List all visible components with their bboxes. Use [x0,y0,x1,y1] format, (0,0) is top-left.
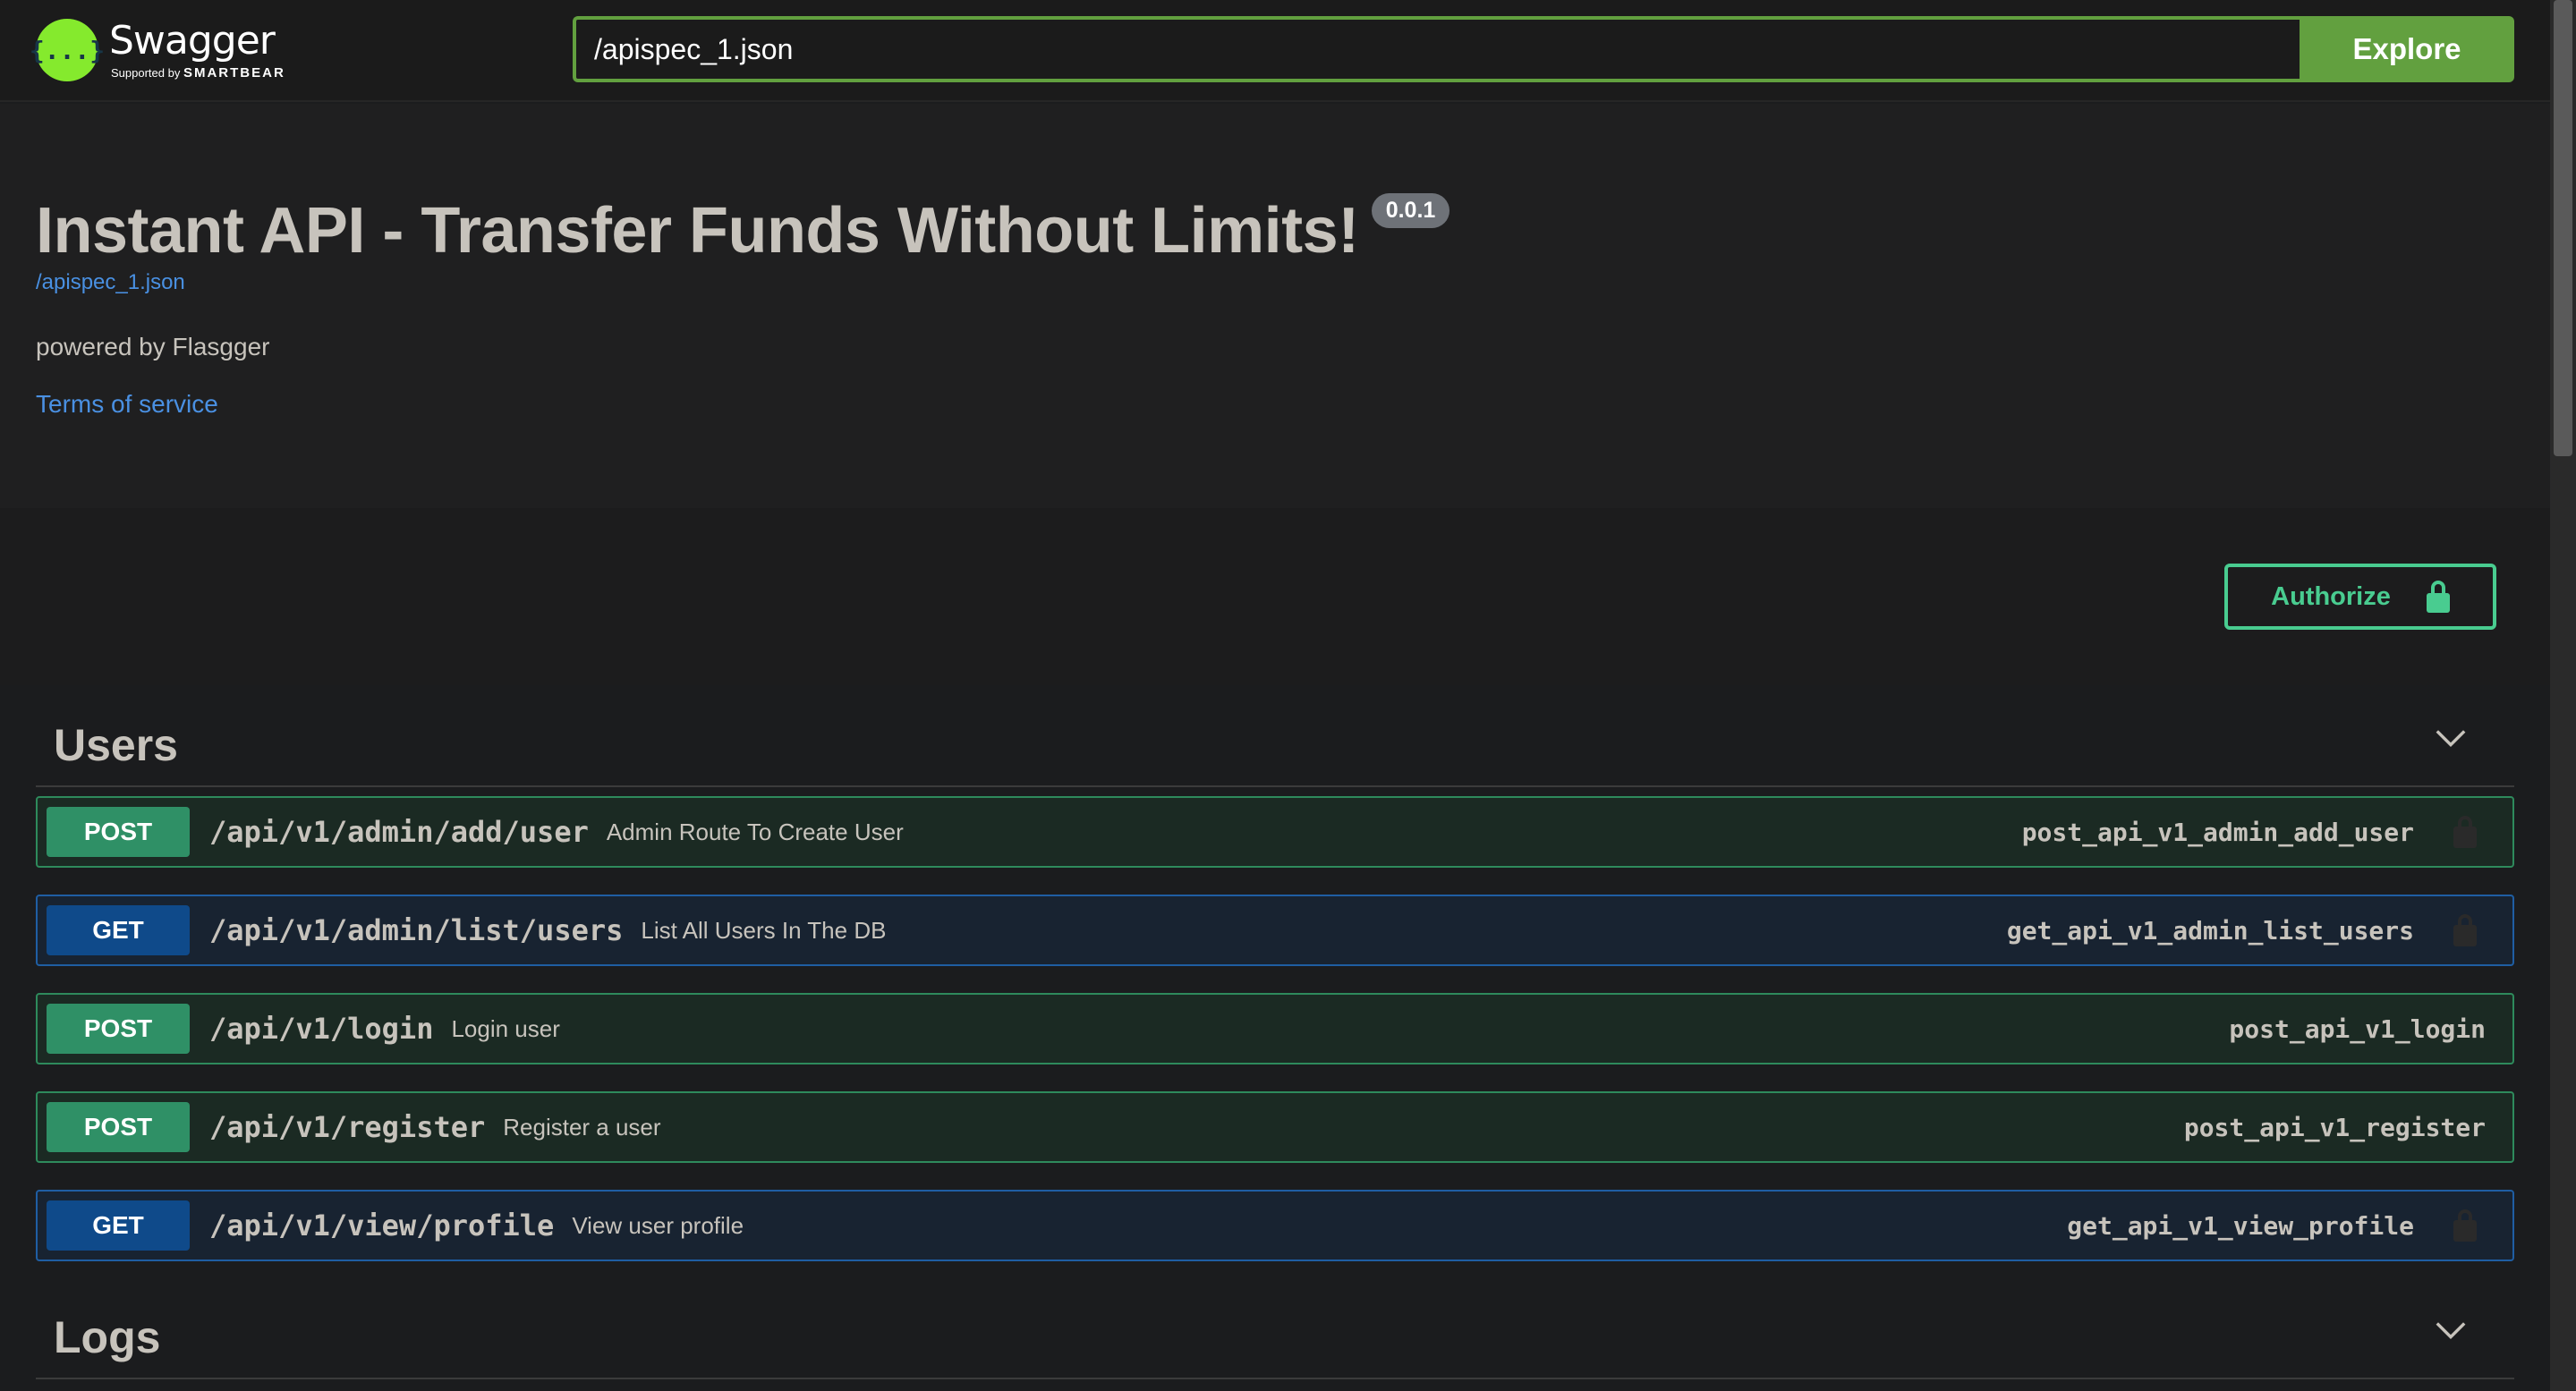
authorize-label: Authorize [2271,581,2391,611]
logo-text: Swagger Supported by SMARTBEAR [109,17,285,81]
chevron-down-icon [2436,730,2466,748]
logo-sub-prefix: Supported by [111,65,181,80]
operation-id: get_api_v1_view_profile [2067,1210,2414,1241]
api-info: Instant API - Transfer Funds Without Lim… [0,104,2550,508]
operation-summary: Register a user [503,1113,661,1141]
method-badge: GET [47,1200,190,1251]
description-text: powered by Flasgger [36,333,270,360]
operation-row[interactable]: GET /api/v1/admin/list/users List All Us… [36,895,2514,966]
operation-path: /api/v1/admin/list/users [209,913,624,947]
operation-id: get_api_v1_admin_list_users [2006,915,2414,946]
tag-section-logs: Logs [36,1293,2514,1379]
tag-header-users[interactable]: Users [36,701,2514,787]
operation-row[interactable]: POST /api/v1/register Register a user po… [36,1091,2514,1163]
scheme-container: Authorize [0,508,2550,685]
operation-path: /api/v1/view/profile [209,1209,555,1243]
unlock-icon [2426,581,2450,613]
authorize-button[interactable]: Authorize [2224,564,2496,630]
method-badge: POST [47,1102,190,1152]
operation-row[interactable]: GET /api/v1/view/profile View user profi… [36,1190,2514,1261]
tag-section-users: Users POST /api/v1/admin/add/user Admin … [36,701,2514,1288]
logo-subtitle: Supported by SMARTBEAR [111,65,285,81]
swagger-logo-icon: {...} [30,19,105,81]
operation-summary: View user profile [572,1211,744,1239]
operation-path: /api/v1/login [209,1012,434,1046]
explore-button[interactable]: Explore [2300,16,2514,82]
operation-row[interactable]: POST /api/v1/login Login user post_api_v… [36,993,2514,1064]
tag-name: Users [54,720,178,770]
version-badge: 0.0.1 [1371,193,1450,228]
logo-sub-brand: SMARTBEAR [183,64,285,81]
operation-id: post_api_v1_admin_add_user [2021,817,2414,847]
title-wrap: Instant API - Transfer Funds Without Lim… [36,193,1450,268]
top-bar: {...} Swagger Supported by SMARTBEAR /ap… [0,0,2550,102]
tag-header-logs[interactable]: Logs [36,1293,2514,1379]
spec-link[interactable]: /apispec_1.json [36,270,185,295]
chevron-down-icon [2436,1322,2466,1340]
spec-url-input[interactable]: /apispec_1.json [573,16,2300,82]
operation-id: post_api_v1_login [2229,1014,2486,1044]
method-badge: POST [47,807,190,857]
operation-path: /api/v1/admin/add/user [209,815,589,849]
swagger-logo[interactable]: {...} Swagger Supported by SMARTBEAR [30,14,285,86]
method-badge: POST [47,1004,190,1054]
operation-path: /api/v1/register [209,1110,486,1144]
terms-of-service-link[interactable]: Terms of service [36,390,218,419]
operations-list: POST /api/v1/admin/add/user Admin Route … [36,796,2514,1261]
logo-name: Swagger [109,17,276,64]
operation-row[interactable]: POST /api/v1/admin/add/user Admin Route … [36,796,2514,868]
lock-icon[interactable] [2453,816,2477,848]
lock-icon[interactable] [2453,914,2477,946]
scrollbar-thumb[interactable] [2554,0,2572,456]
scrollbar[interactable] [2550,0,2576,1391]
operation-summary: List All Users In The DB [641,916,887,944]
lock-icon[interactable] [2453,1209,2477,1242]
tag-name: Logs [54,1312,161,1362]
operation-id: post_api_v1_register [2183,1112,2486,1142]
page-title: Instant API - Transfer Funds Without Lim… [36,195,1359,267]
operation-summary: Admin Route To Create User [606,818,904,845]
operation-summary: Login user [451,1014,560,1042]
method-badge: GET [47,905,190,955]
